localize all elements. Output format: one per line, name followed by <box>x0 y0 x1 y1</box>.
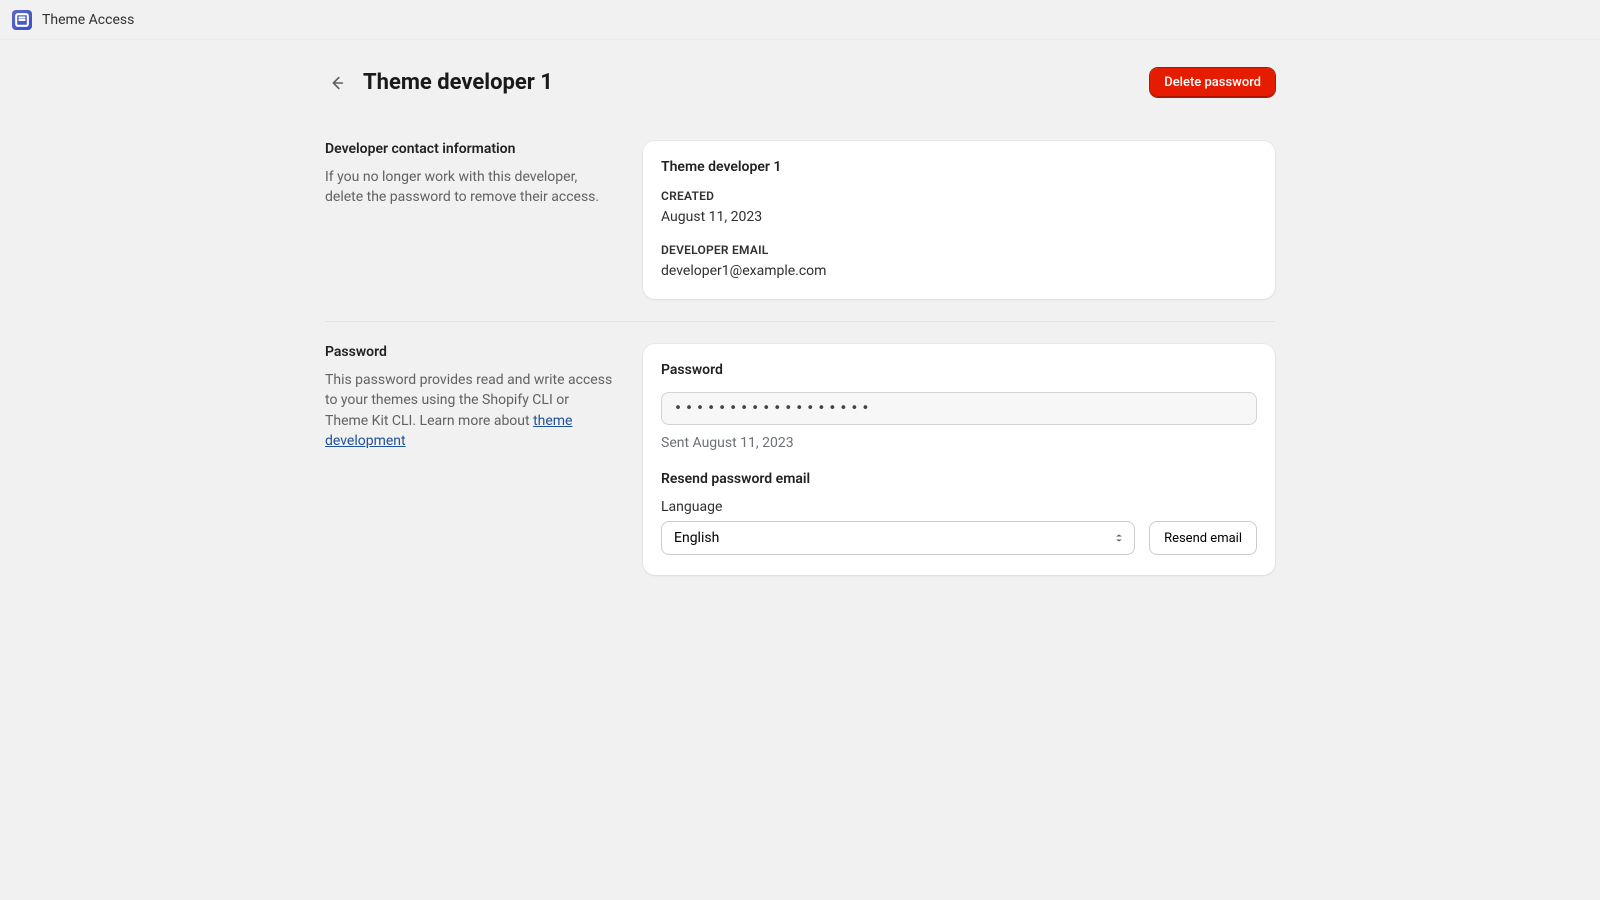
created-label: CREATED <box>661 189 1257 203</box>
contact-card-name: Theme developer 1 <box>661 159 1257 175</box>
back-button[interactable] <box>325 71 349 95</box>
page-header: Theme developer 1 Delete password <box>325 68 1275 97</box>
page-title: Theme developer 1 <box>363 70 553 95</box>
resend-heading: Resend password email <box>661 471 1257 487</box>
password-section-description: This password provides read and write ac… <box>325 370 615 451</box>
developer-email-value: developer1@example.com <box>661 263 1257 279</box>
password-card-title: Password <box>661 362 1257 378</box>
topbar-title: Theme Access <box>42 12 134 28</box>
contact-section-title: Developer contact information <box>325 141 615 157</box>
password-card: Password Sent August 11, 2023 Resend pas… <box>643 344 1275 575</box>
contact-section-description: If you no longer work with this develope… <box>325 167 615 208</box>
contact-section: Developer contact information If you no … <box>325 119 1275 321</box>
topbar: Theme Access <box>0 0 1600 40</box>
page: Theme developer 1 Delete password Develo… <box>325 40 1275 637</box>
contact-card: Theme developer 1 CREATED August 11, 202… <box>643 141 1275 299</box>
password-input[interactable] <box>661 392 1257 425</box>
delete-password-button[interactable]: Delete password <box>1150 68 1275 97</box>
language-select[interactable]: English <box>661 521 1135 555</box>
language-label: Language <box>661 499 1257 515</box>
password-section: Password This password provides read and… <box>325 321 1275 597</box>
password-sent-text: Sent August 11, 2023 <box>661 435 1257 451</box>
password-section-title: Password <box>325 344 615 360</box>
resend-email-button[interactable]: Resend email <box>1149 521 1257 555</box>
developer-email-label: DEVELOPER EMAIL <box>661 243 1257 257</box>
app-icon <box>12 10 32 30</box>
created-value: August 11, 2023 <box>661 209 1257 225</box>
